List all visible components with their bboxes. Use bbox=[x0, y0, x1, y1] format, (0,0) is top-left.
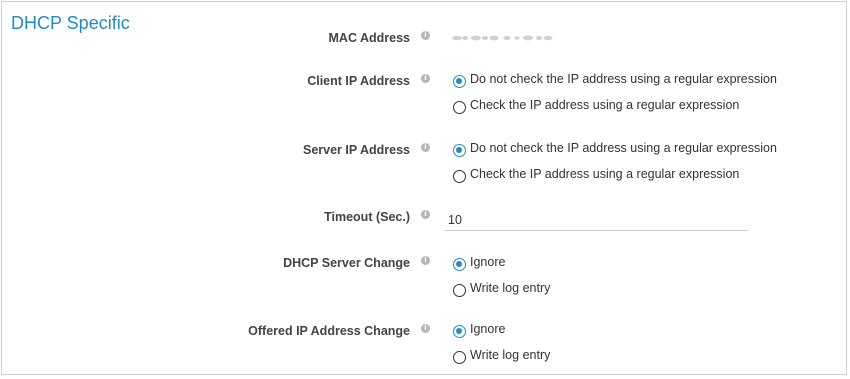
client-ip-check-radio[interactable] bbox=[453, 101, 466, 114]
mac-address-label: MAC Address bbox=[328, 31, 411, 45]
dhcp-server-change-ignore-label[interactable]: Ignore bbox=[470, 255, 505, 269]
server-ip-check-label[interactable]: Check the IP address using a regular exp… bbox=[470, 167, 739, 181]
info-icon[interactable]: i bbox=[421, 143, 430, 152]
info-icon[interactable]: i bbox=[421, 31, 430, 40]
offered-ip-change-log-radio[interactable] bbox=[453, 351, 466, 364]
dhcp-server-change-label: DHCP Server Change bbox=[283, 256, 410, 270]
info-icon[interactable]: i bbox=[421, 324, 430, 333]
mac-address-value-blurred bbox=[452, 35, 553, 41]
client-ip-no-check-radio[interactable] bbox=[453, 75, 466, 88]
server-ip-no-check-radio[interactable] bbox=[453, 144, 466, 157]
offered-ip-change-log-label[interactable]: Write log entry bbox=[470, 348, 550, 362]
timeout-input[interactable] bbox=[445, 209, 748, 231]
client-ip-no-check-label[interactable]: Do not check the IP address using a regu… bbox=[470, 72, 777, 86]
timeout-label: Timeout (Sec.) bbox=[324, 210, 410, 224]
server-ip-address-label: Server IP Address bbox=[302, 143, 410, 157]
section-title: DHCP Specific bbox=[11, 13, 130, 33]
dhcp-server-change-log-radio[interactable] bbox=[453, 284, 466, 297]
info-icon[interactable]: i bbox=[421, 74, 430, 83]
dhcp-server-change-log-label[interactable]: Write log entry bbox=[470, 281, 550, 295]
info-icon[interactable]: i bbox=[421, 210, 430, 219]
dhcp-server-change-ignore-radio[interactable] bbox=[453, 258, 466, 271]
server-ip-no-check-label[interactable]: Do not check the IP address using a regu… bbox=[470, 141, 777, 155]
info-icon[interactable]: i bbox=[421, 256, 430, 265]
client-ip-check-label[interactable]: Check the IP address using a regular exp… bbox=[470, 98, 739, 112]
offered-ip-change-ignore-radio[interactable] bbox=[453, 325, 466, 338]
offered-ip-change-ignore-label[interactable]: Ignore bbox=[470, 322, 505, 336]
offered-ip-change-label: Offered IP Address Change bbox=[248, 324, 410, 338]
server-ip-check-radio[interactable] bbox=[453, 170, 466, 183]
dhcp-specific-panel: DHCP Specific MAC Address i Client IP Ad… bbox=[1, 1, 847, 375]
client-ip-address-label: Client IP Address bbox=[307, 74, 410, 88]
